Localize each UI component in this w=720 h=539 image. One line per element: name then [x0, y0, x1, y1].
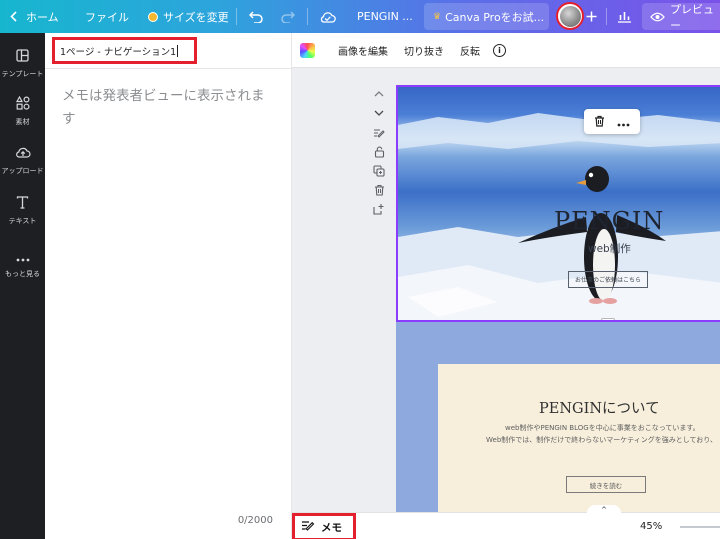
design-title[interactable]: PENGIN ...: [357, 0, 413, 33]
about-text[interactable]: web制作やPENGIN BLOGを中心に事業をおこなっています。: [505, 423, 700, 433]
divider: [606, 8, 607, 25]
duplicate-icon: [373, 165, 385, 177]
flip-button[interactable]: 反転: [460, 33, 480, 68]
redo-button[interactable]: [280, 0, 295, 33]
divider: [45, 68, 292, 69]
share-add-button[interactable]: [586, 0, 597, 33]
notes-panel: 1ページ - ナビゲーション1 メモは発表者ビューに表示されます 0/2000: [45, 33, 292, 539]
chevron-up-icon: ^: [601, 505, 607, 514]
canvas-page-2[interactable]: PENGINについて web制作やPENGIN BLOGを中心に事業をおこなって…: [396, 322, 720, 524]
zoom-level[interactable]: 45%: [640, 513, 662, 539]
notes-textarea[interactable]: メモは発表者ビューに表示されます: [62, 85, 277, 131]
notes-icon: [374, 129, 385, 138]
insights-button[interactable]: [617, 0, 632, 33]
plus-icon: [586, 11, 597, 22]
selection-toolbar: [584, 109, 640, 134]
lock-button[interactable]: [372, 145, 386, 159]
resize-button[interactable]: サイズを変更: [148, 0, 229, 33]
chevron-left-icon: [10, 11, 17, 22]
home-button[interactable]: ホーム: [10, 0, 59, 33]
text-caret: [177, 44, 179, 57]
char-count: 0/2000: [237, 515, 273, 526]
more-icon: [16, 247, 30, 266]
editor-toolbar: 画像を編集 切り抜き 反転 i: [292, 33, 720, 68]
collapse-panel-button[interactable]: ^: [587, 505, 621, 514]
notes-button[interactable]: メモ: [292, 513, 356, 539]
sidebar-item-templates[interactable]: テンプレート: [0, 47, 45, 79]
text-icon: [16, 194, 29, 213]
info-icon: i: [493, 44, 506, 57]
hero-cta-button[interactable]: お仕事のご依頼はこちら: [568, 271, 648, 288]
hero-title[interactable]: PENGIN: [554, 207, 664, 235]
avatar-image: [559, 5, 581, 27]
canva-pro-button[interactable]: ♛ Canva Proをお試...: [424, 3, 549, 30]
preview-button[interactable]: プレビュー: [642, 3, 720, 32]
eye-icon: [650, 12, 665, 22]
left-sidebar: テンプレート 素材 アップロード テキスト もっと見る: [0, 33, 45, 539]
about-card: PENGINについて web制作やPENGIN BLOGを中心に事業をおこなって…: [438, 364, 720, 524]
divider: [307, 8, 308, 25]
chevron-up-icon: [374, 91, 384, 97]
duplicate-button[interactable]: [372, 164, 386, 178]
penguin-photo: [398, 113, 720, 320]
undo-button[interactable]: [249, 0, 264, 33]
crop-button[interactable]: 切り抜き: [404, 33, 444, 68]
home-label: ホーム: [26, 10, 59, 24]
cloud-sync-button[interactable]: [319, 0, 336, 33]
template-icon: [16, 47, 29, 66]
page-title-field[interactable]: 1ページ - ナビゲーション1: [52, 37, 197, 64]
add-note-button[interactable]: [372, 126, 386, 140]
trash-icon[interactable]: [594, 112, 605, 131]
info-button[interactable]: i: [493, 33, 506, 68]
upload-icon: [15, 144, 31, 163]
color-palette-icon: [300, 43, 315, 58]
undo-icon: [249, 10, 264, 23]
about-title[interactable]: PENGINについて: [539, 397, 660, 418]
file-menu[interactable]: ファイル: [85, 0, 129, 33]
crown-icon: ♛: [433, 11, 442, 22]
page-up-button[interactable]: [372, 87, 386, 101]
canvas-page-1[interactable]: PENGIN web制作 お仕事のご依頼はこちら: [396, 85, 720, 322]
sidebar-item-uploads[interactable]: アップロード: [0, 144, 45, 176]
more-options-icon[interactable]: [617, 112, 630, 131]
delete-page-button[interactable]: [372, 183, 386, 197]
color-picker-button[interactable]: [300, 33, 315, 68]
page-down-button[interactable]: [372, 106, 386, 120]
add-page-button[interactable]: [372, 202, 386, 216]
zoom-slider[interactable]: [680, 526, 720, 528]
lock-icon: [374, 146, 384, 158]
read-more-button[interactable]: 続きを読む: [566, 476, 646, 493]
cloud-sync-icon: [319, 11, 336, 23]
elements-icon: [15, 95, 30, 114]
hero-subtitle[interactable]: web制作: [588, 241, 631, 256]
divider: [236, 8, 237, 25]
top-bar: ホーム ファイル サイズを変更 PENGIN ... ♛ Canva Proをお…: [0, 0, 720, 33]
about-text[interactable]: Web制作では、制作だけで終わらないマーケティングを強みとしており、: [486, 435, 717, 445]
add-page-icon: [373, 204, 384, 215]
trash-icon: [374, 184, 384, 196]
redo-icon: [280, 10, 295, 23]
bottom-bar: メモ ^ 45%: [292, 505, 720, 539]
sidebar-item-text[interactable]: テキスト: [0, 194, 45, 226]
chevron-down-icon: [374, 110, 384, 116]
chart-icon: [617, 10, 632, 23]
sidebar-item-more[interactable]: もっと見る: [0, 247, 45, 279]
avatar[interactable]: [556, 2, 584, 30]
edit-image-button[interactable]: 画像を編集: [338, 33, 388, 68]
crown-icon: [148, 11, 158, 22]
sidebar-item-elements[interactable]: 素材: [0, 95, 45, 127]
notes-icon: [301, 520, 315, 534]
editor-area: 画像を編集 切り抜き 反転 i PENGIN web制作 お仕事のご依頼はこちら…: [292, 33, 720, 539]
